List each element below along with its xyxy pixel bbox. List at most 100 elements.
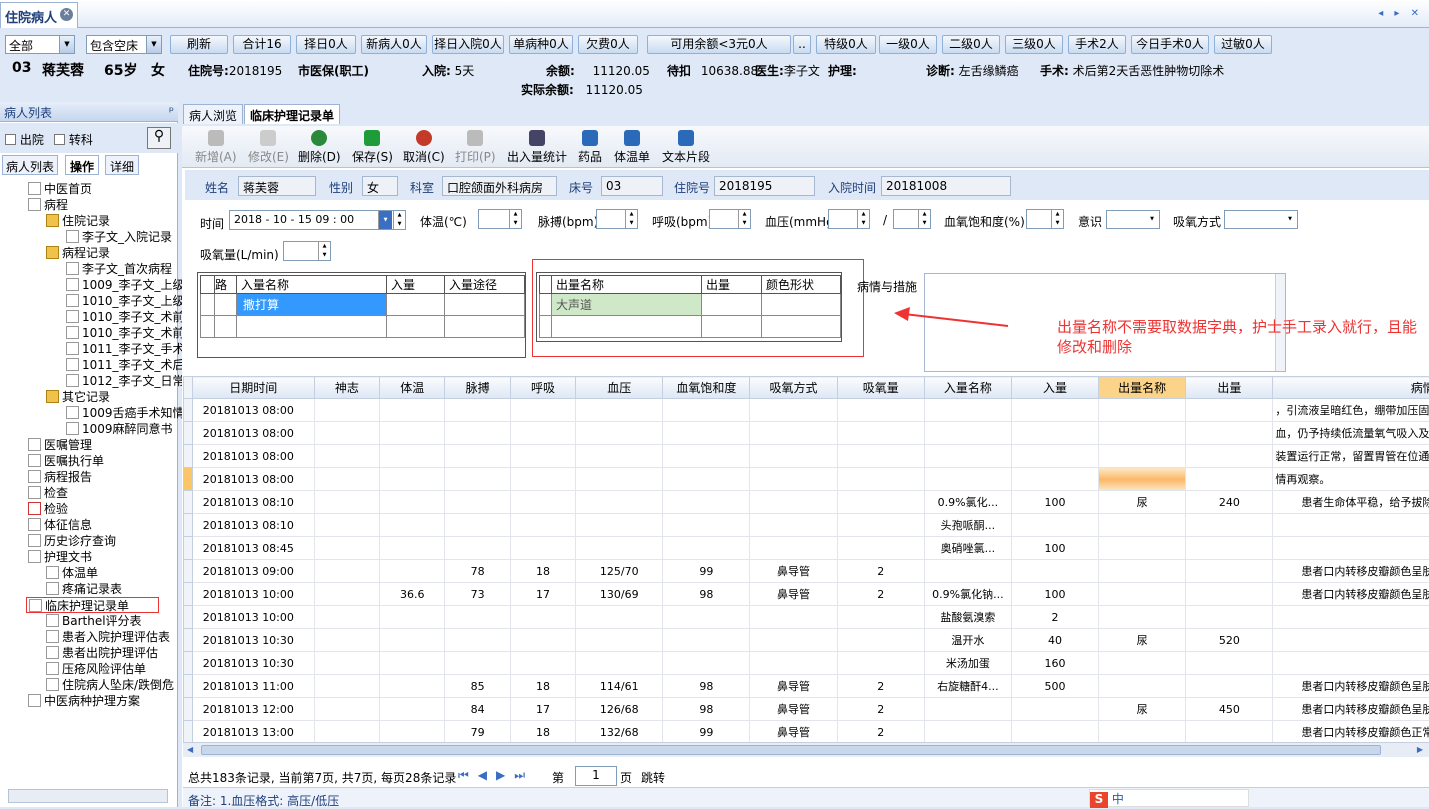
table-cell[interactable] <box>1099 583 1186 606</box>
edit-button[interactable]: 修改(E) <box>248 130 289 165</box>
table-cell[interactable] <box>1011 445 1098 468</box>
table-cell[interactable]: 2 <box>837 698 924 721</box>
table-cell[interactable]: 36.6 <box>380 583 445 606</box>
table-cell[interactable] <box>1186 514 1273 537</box>
table-cell[interactable] <box>576 537 663 560</box>
single-disease-button[interactable]: 单病种0人 <box>509 35 573 54</box>
table-row[interactable]: 20181013 08:45奥硝唑氯...100 <box>184 537 1429 560</box>
filter-select[interactable]: 全部▼ <box>5 35 75 54</box>
cancel-button[interactable]: 取消(C) <box>403 130 445 165</box>
table-cell[interactable] <box>1273 514 1429 537</box>
refresh-button[interactable]: 刷新 <box>170 35 228 54</box>
table-cell[interactable] <box>837 468 924 491</box>
table-cell[interactable] <box>1099 514 1186 537</box>
table-cell[interactable] <box>1186 399 1273 422</box>
table-cell[interactable] <box>663 606 750 629</box>
table-row[interactable]: 20181013 08:00装置运行正常，留置胃管在位通畅，留置尿管通 <box>184 445 1429 468</box>
tree-item[interactable]: 疼痛记录表 <box>46 581 122 597</box>
table-cell[interactable]: 0.9%氯化... <box>924 491 1011 514</box>
table-cell[interactable] <box>750 514 837 537</box>
more-button[interactable]: .. <box>793 35 811 54</box>
table-cell[interactable] <box>510 468 575 491</box>
table-cell[interactable] <box>445 399 510 422</box>
tree-item[interactable]: 病程 <box>28 197 68 213</box>
table-cell[interactable] <box>663 652 750 675</box>
table-cell[interactable]: 头孢哌酮... <box>924 514 1011 537</box>
table-cell[interactable] <box>445 468 510 491</box>
table-cell[interactable]: 130/69 <box>576 583 663 606</box>
ime-toolbar[interactable]: S 中 <box>1089 789 1249 807</box>
table-cell[interactable] <box>663 491 750 514</box>
special-level-button[interactable]: 特级0人 <box>816 35 876 54</box>
table-row[interactable]: 20181013 12:008417126/6898鼻导管2尿450患者口内转移… <box>184 698 1429 721</box>
table-cell[interactable] <box>750 652 837 675</box>
table-cell[interactable]: 20181013 08:45 <box>192 537 314 560</box>
table-cell[interactable] <box>663 422 750 445</box>
intake-name-cell[interactable]: 撒打算 <box>237 294 387 316</box>
table-cell[interactable] <box>924 399 1011 422</box>
tree-item[interactable]: 1011_李子文_术后 <box>66 357 185 373</box>
allergy-button[interactable]: 过敏0人 <box>1214 35 1272 54</box>
table-cell[interactable] <box>380 468 445 491</box>
tab-details[interactable]: 详细 <box>105 155 139 175</box>
table-cell[interactable] <box>314 721 379 743</box>
table-cell[interactable]: 520 <box>1186 629 1273 652</box>
tree-item[interactable]: 1009舌癌手术知情 <box>66 405 185 421</box>
table-cell[interactable] <box>1099 422 1186 445</box>
table-cell[interactable] <box>750 491 837 514</box>
table-cell[interactable] <box>1099 399 1186 422</box>
table-cell[interactable] <box>924 721 1011 743</box>
level1-button[interactable]: 一级0人 <box>879 35 937 54</box>
table-cell[interactable]: 20181013 10:30 <box>192 629 314 652</box>
table-cell[interactable] <box>750 537 837 560</box>
table-cell[interactable]: 125/70 <box>576 560 663 583</box>
table-cell[interactable] <box>1273 537 1429 560</box>
table-cell[interactable]: 患者口内转移皮瓣颜色呈肤色，质软，无明 <box>1273 583 1429 606</box>
table-cell[interactable] <box>314 399 379 422</box>
table-cell[interactable]: 米汤加蛋 <box>924 652 1011 675</box>
tree-item[interactable]: 1010_李子文_术前 <box>66 309 185 325</box>
table-cell[interactable] <box>380 652 445 675</box>
table-cell[interactable] <box>663 537 750 560</box>
table-cell[interactable]: 20181013 13:00 <box>192 721 314 743</box>
balance-button[interactable]: 可用余额<3元0人 <box>647 35 791 54</box>
row-header-cell[interactable] <box>184 629 193 652</box>
table-cell[interactable] <box>445 422 510 445</box>
table-cell[interactable] <box>837 514 924 537</box>
table-cell[interactable]: ，引流液呈暗红色，绷带加压固定完好。腹部耳 <box>1273 399 1429 422</box>
table-cell[interactable]: 100 <box>1011 491 1098 514</box>
resp-input[interactable]: ▲▼ <box>709 209 751 229</box>
table-cell[interactable] <box>445 491 510 514</box>
col-resp[interactable]: 呼吸 <box>510 377 575 399</box>
add-button[interactable]: 新增(A) <box>195 130 237 165</box>
print-button[interactable]: 打印(P) <box>455 130 496 165</box>
table-row[interactable]: 20181013 08:00情再观察。 <box>184 468 1429 491</box>
tree-item-active[interactable]: 临床护理记录单 <box>26 597 159 613</box>
level3-button[interactable]: 三级0人 <box>1005 35 1063 54</box>
table-cell[interactable] <box>576 399 663 422</box>
table-cell[interactable]: 17 <box>510 698 575 721</box>
table-cell[interactable]: 500 <box>1011 675 1098 698</box>
table-cell[interactable]: 情再观察。 <box>1273 468 1429 491</box>
table-cell[interactable] <box>1186 652 1273 675</box>
table-cell[interactable] <box>1011 698 1098 721</box>
output-name-cell[interactable]: 大声道 <box>552 294 702 316</box>
col-output[interactable]: 出量 <box>1186 377 1273 399</box>
window-tab[interactable]: 住院病人✕ <box>0 2 78 28</box>
table-cell[interactable] <box>1011 399 1098 422</box>
table-cell[interactable] <box>380 491 445 514</box>
col-pulse[interactable]: 脉搏 <box>445 377 510 399</box>
consciousness-select[interactable]: ▼ <box>1106 210 1160 229</box>
table-cell[interactable] <box>380 606 445 629</box>
tree-item[interactable]: 检验 <box>28 501 68 517</box>
table-cell[interactable] <box>510 537 575 560</box>
table-cell[interactable] <box>1186 422 1273 445</box>
table-cell[interactable] <box>837 606 924 629</box>
col-observation[interactable]: 病情观察及措施 <box>1273 377 1429 399</box>
tab-patient-list[interactable]: 病人列表 <box>2 155 58 175</box>
table-cell[interactable] <box>510 606 575 629</box>
table-cell[interactable] <box>314 629 379 652</box>
tree-item[interactable]: 李子文_入院记录 <box>66 229 172 245</box>
table-cell[interactable] <box>1099 468 1186 491</box>
tree-item[interactable]: 1009_李子文_上级 <box>66 277 185 293</box>
